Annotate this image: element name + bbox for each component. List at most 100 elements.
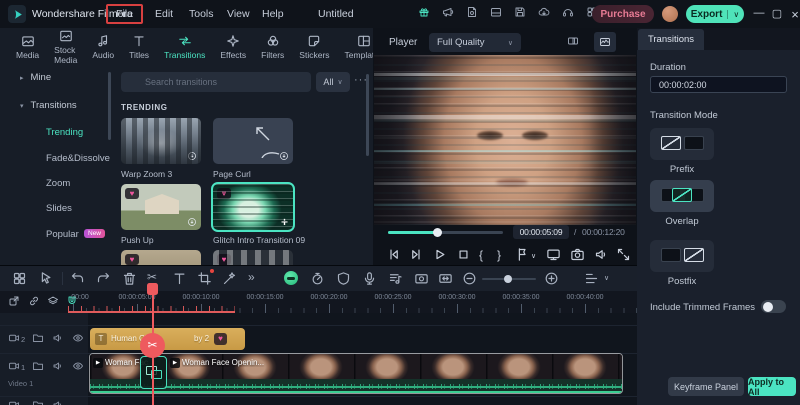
- applied-transition-clip[interactable]: [140, 356, 167, 389]
- media-browser-icon[interactable]: [12, 271, 27, 286]
- sidebar-item-popular[interactable]: Popular: [46, 229, 79, 240]
- account-avatar[interactable]: [662, 6, 678, 22]
- sidebar-item-transitions[interactable]: ▾ Transitions: [20, 100, 77, 111]
- mode-overlap-option[interactable]: [650, 180, 714, 212]
- title-clip[interactable]: T Human Clon by 2 ♥: [90, 328, 245, 350]
- sidebar-item-trending[interactable]: Trending: [46, 127, 83, 138]
- visibility-eye-icon[interactable]: [72, 360, 84, 372]
- mode-postfix-option[interactable]: [650, 240, 714, 272]
- crop-icon[interactable]: [197, 271, 212, 286]
- track-manager-chevron-icon[interactable]: ∨: [604, 274, 609, 282]
- transition-push-up[interactable]: ♥: [121, 184, 201, 230]
- mute-speaker-icon[interactable]: [52, 360, 64, 372]
- zoom-to-fit-icon[interactable]: [438, 271, 453, 286]
- visibility-eye-icon[interactable]: [72, 332, 84, 344]
- favorite-heart-icon[interactable]: ♥: [125, 188, 139, 199]
- previous-frame-icon[interactable]: [386, 247, 402, 263]
- quality-dropdown[interactable]: Full Quality ∨: [429, 33, 521, 52]
- apply-to-all-button[interactable]: Apply to All: [748, 377, 796, 396]
- redo-icon[interactable]: [96, 271, 111, 286]
- marker-flag-icon[interactable]: [515, 247, 531, 263]
- mute-speaker-icon[interactable]: [52, 332, 64, 344]
- tab-audio[interactable]: Audio: [92, 34, 114, 60]
- add-to-timeline-icon[interactable]: +: [281, 215, 288, 229]
- include-trimmed-toggle[interactable]: [761, 300, 786, 313]
- folder-icon[interactable]: [32, 360, 44, 372]
- export-button[interactable]: Export ∨: [686, 5, 744, 23]
- close-button[interactable]: ×: [788, 7, 800, 22]
- menu-edit[interactable]: Edit: [149, 7, 179, 21]
- export-chevron-icon[interactable]: ∨: [727, 10, 739, 19]
- playhead-scissors-icon[interactable]: ✂: [140, 333, 165, 358]
- transition-thumb-partial[interactable]: ♥: [213, 250, 293, 265]
- delete-icon[interactable]: [122, 271, 137, 286]
- sidebar-scrollbar[interactable]: [108, 72, 111, 140]
- mute-speaker-icon[interactable]: [52, 399, 64, 405]
- stop-icon[interactable]: [456, 247, 472, 263]
- cloud-upload-icon[interactable]: [538, 6, 554, 22]
- sidebar-item-zoom[interactable]: Zoom: [46, 178, 70, 189]
- next-frame-icon[interactable]: [409, 247, 425, 263]
- download-icon[interactable]: [187, 151, 197, 161]
- undo-icon[interactable]: [70, 271, 85, 286]
- fullscreen-icon[interactable]: [616, 247, 632, 263]
- project-settings-icon[interactable]: [466, 6, 482, 22]
- split-scissors-icon[interactable]: ✂: [147, 270, 157, 284]
- select-cursor-icon[interactable]: [38, 271, 53, 286]
- add-marker-icon[interactable]: [8, 295, 22, 309]
- mark-in-icon[interactable]: {: [479, 248, 483, 262]
- shield-icon[interactable]: [336, 271, 351, 286]
- tab-stock-media[interactable]: Stock Media: [54, 29, 77, 65]
- voiceover-mic-icon[interactable]: [362, 271, 377, 286]
- download-icon[interactable]: [279, 151, 289, 161]
- video-scope-icon[interactable]: [594, 32, 616, 52]
- tab-stickers[interactable]: Stickers: [299, 34, 329, 60]
- layout-panel-icon[interactable]: [490, 6, 506, 22]
- track-manager-icon[interactable]: [584, 271, 599, 286]
- video-clip-group[interactable]: ▶ Woman Fac... ▶ Woman Face Openin...: [90, 354, 622, 393]
- tab-titles[interactable]: Titles: [129, 34, 149, 60]
- audio-stock-icon[interactable]: [388, 271, 403, 286]
- mirror-display-icon[interactable]: [546, 247, 562, 263]
- transition-page-curl[interactable]: [213, 118, 293, 164]
- save-icon[interactable]: [514, 6, 530, 22]
- zoom-in-icon[interactable]: [544, 271, 559, 286]
- mark-out-icon[interactable]: }: [497, 248, 501, 262]
- menu-help[interactable]: Help: [256, 7, 290, 21]
- speed-timer-icon[interactable]: [310, 271, 325, 286]
- seek-handle[interactable]: [433, 228, 442, 237]
- video-preview[interactable]: [374, 55, 636, 225]
- sidebar-item-mine[interactable]: ▸ Mine: [20, 72, 51, 83]
- folder-icon[interactable]: [32, 399, 44, 405]
- transition-glitch-intro-09[interactable]: ♥ +: [213, 184, 293, 230]
- playhead-handle[interactable]: [147, 283, 158, 295]
- folder-icon[interactable]: [32, 332, 44, 344]
- tab-transitions-properties[interactable]: Transitions: [638, 29, 704, 50]
- sidebar-item-slides[interactable]: Slides: [46, 203, 72, 214]
- purchase-button[interactable]: Purchase: [592, 5, 654, 23]
- menu-view[interactable]: View: [221, 7, 256, 21]
- sidebar-item-fade-dissolve[interactable]: Fade&Dissolve: [46, 153, 110, 164]
- menu-tools[interactable]: Tools: [183, 7, 220, 21]
- speaker-icon[interactable]: [594, 247, 610, 263]
- tab-templates[interactable]: Templates: [345, 34, 374, 60]
- gift-icon[interactable]: [418, 6, 434, 22]
- screen-record-icon[interactable]: [414, 271, 429, 286]
- menu-file[interactable]: File: [106, 4, 143, 24]
- keyframe-panel-button[interactable]: Keyframe Panel: [668, 377, 744, 396]
- marker-chevron-icon[interactable]: ∨: [531, 252, 536, 260]
- tab-effects[interactable]: Effects: [220, 34, 246, 60]
- current-timecode[interactable]: 00:00:05:09: [513, 225, 569, 239]
- play-icon[interactable]: [432, 247, 448, 263]
- layers-icon[interactable]: [47, 295, 61, 309]
- support-headset-icon[interactable]: [562, 6, 578, 22]
- snapshot-camera-icon[interactable]: [570, 247, 586, 263]
- effects-wand-icon[interactable]: [222, 271, 237, 286]
- maximize-button[interactable]: ▢: [770, 7, 784, 20]
- tab-filters[interactable]: Filters: [261, 34, 284, 60]
- more-tools-icon[interactable]: »: [248, 270, 255, 284]
- timeline-zoom-handle[interactable]: [504, 275, 512, 283]
- transition-warp-zoom-3[interactable]: [121, 118, 201, 164]
- filter-all-dropdown[interactable]: All ∨: [316, 72, 350, 92]
- link-clips-icon[interactable]: [28, 295, 42, 309]
